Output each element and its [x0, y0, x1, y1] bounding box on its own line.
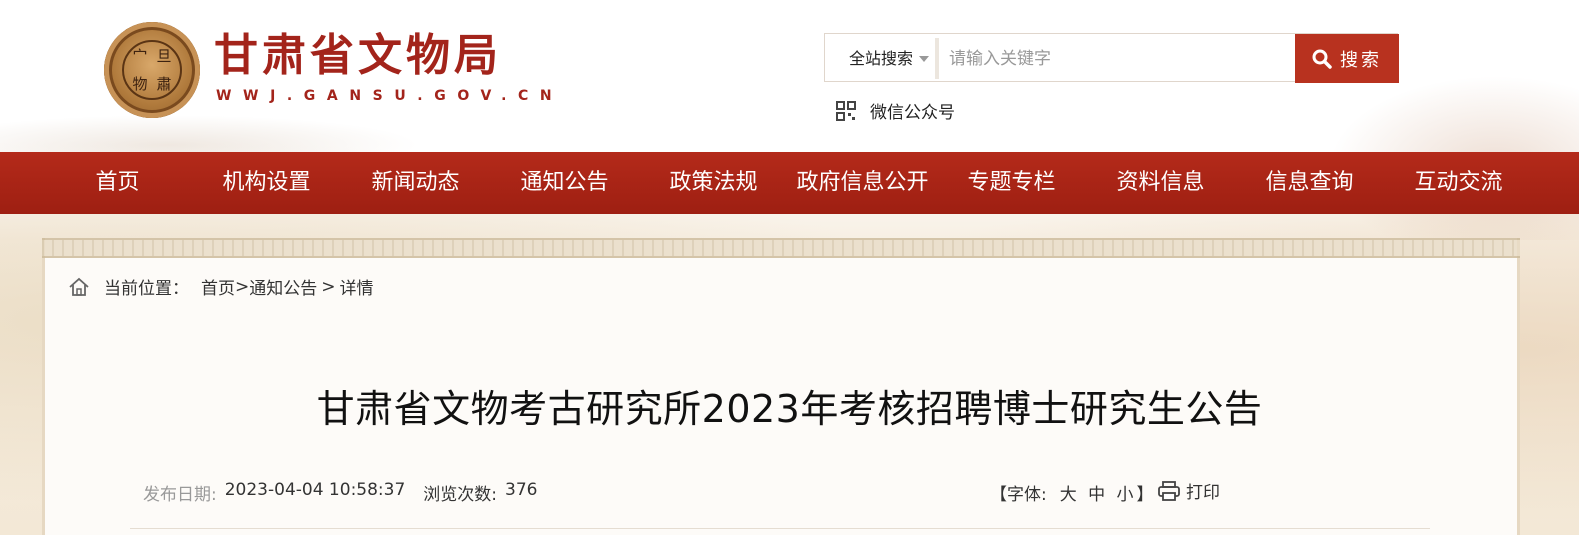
search-icon [1312, 49, 1332, 69]
article-meta: 发布日期: 2023-04-04 10:58:37 浏览次数: 376 [143, 480, 555, 505]
breadcrumb-section[interactable]: 通知公告 [249, 274, 317, 299]
logo-char: 物 [132, 75, 148, 93]
nav-item-topics[interactable]: 专题专栏 [937, 152, 1086, 214]
breadcrumb-prefix: 当前位置： [104, 279, 189, 299]
logo-char: 旦 [156, 47, 172, 65]
nav-item-notices[interactable]: 通知公告 [490, 152, 639, 214]
nav-item-resources[interactable]: 资料信息 [1086, 152, 1235, 214]
font-size-close: 】 [1136, 485, 1154, 505]
print-button[interactable]: 打印 [1158, 478, 1220, 503]
qr-code-icon [836, 100, 856, 121]
search-bar: 全站搜索 搜索 [824, 33, 1399, 83]
breadcrumb-current: 详情 [339, 279, 374, 299]
breadcrumb-separator: > [321, 276, 336, 297]
wechat-label: 微信公众号 [870, 103, 955, 123]
search-input[interactable] [941, 38, 1293, 79]
printer-icon [1158, 480, 1180, 501]
search-scope-select[interactable]: 全站搜索 [829, 38, 939, 79]
nav-item-query[interactable]: 信息查询 [1235, 152, 1384, 214]
view-count: 376 [505, 480, 538, 500]
site-title[interactable]: 甘肃省文物局 [214, 30, 502, 82]
font-size-options: 大 中 小 [1057, 480, 1137, 505]
breadcrumb-gt: > [235, 276, 250, 297]
view-count-label: 浏览次数: [423, 485, 498, 505]
font-size-small[interactable]: 小 [1117, 485, 1134, 505]
print-label: 打印 [1186, 483, 1220, 503]
logo-char: 肅 [156, 75, 172, 93]
publish-date-label: 发布日期: [143, 485, 217, 505]
breadcrumb-home[interactable]: 首页 [201, 274, 235, 299]
nav-item-interaction[interactable]: 互动交流 [1384, 152, 1533, 214]
chevron-down-icon [919, 56, 929, 62]
logo-char: 宀 [132, 47, 148, 65]
home-icon [69, 277, 89, 296]
breadcrumb: 当前位置： 首页 > 通知公告 > 详情 [68, 274, 374, 299]
font-size-open: 【字体: [990, 485, 1047, 505]
font-size-large[interactable]: 大 [1060, 485, 1077, 505]
article-title: 甘肃省文物考古研究所2023年考核招聘博士研究生公告 [316, 387, 1263, 431]
font-size-controls: 【字体: 大 中 小 】 [990, 480, 1154, 505]
nav-item-home[interactable]: 首页 [43, 152, 192, 214]
search-button-label: 搜索 [1340, 49, 1382, 71]
search-scope-label: 全站搜索 [849, 49, 914, 68]
nav-item-organization[interactable]: 机构设置 [192, 152, 341, 214]
meander-border [42, 238, 1520, 258]
site-logo[interactable]: 宀 旦 物 肅 [104, 22, 200, 118]
search-button[interactable]: 搜索 [1295, 34, 1399, 83]
divider [130, 528, 1430, 529]
site-url: WWJ.GANSU.GOV.CN [216, 88, 564, 104]
nav-item-gov-info[interactable]: 政府信息公开 [788, 152, 937, 214]
nav-item-policies[interactable]: 政策法规 [639, 152, 788, 214]
publish-date: 2023-04-04 10:58:37 [224, 480, 406, 500]
wechat-link[interactable]: 微信公众号 [836, 98, 955, 123]
main-nav: 首页 机构设置 新闻动态 通知公告 政策法规 政府信息公开 专题专栏 资料信息 … [0, 152, 1579, 214]
font-size-medium[interactable]: 中 [1088, 485, 1105, 505]
logo-seal: 宀 旦 物 肅 [122, 40, 182, 100]
nav-item-news[interactable]: 新闻动态 [341, 152, 490, 214]
